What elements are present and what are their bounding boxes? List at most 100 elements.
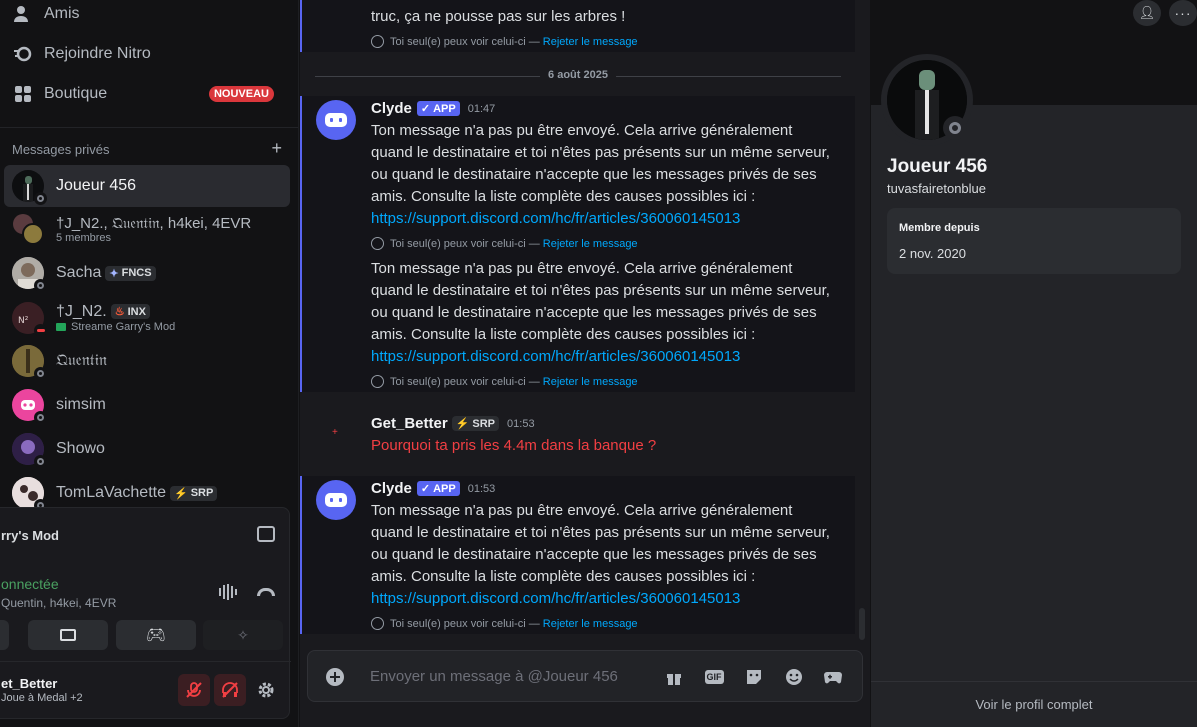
shop-icon	[12, 83, 34, 105]
nav-nitro[interactable]: Rejoindre Nitro	[12, 36, 290, 72]
message-author[interactable]: Clyde ✓ APP 01:53	[371, 480, 495, 497]
dismiss-link[interactable]: Rejeter le message	[543, 618, 638, 630]
mic-muted-icon	[186, 682, 202, 698]
clan-tag: ⚡ SRP	[170, 485, 218, 501]
voice-user-panel: rry's Mod onnectée Quentin, h4kei, 4EVR …	[0, 507, 291, 719]
dnd-status-icon	[34, 324, 47, 337]
dm-section-header: Messages privés +	[12, 139, 282, 157]
dm-activity: Streame Garry's Mod	[71, 321, 176, 333]
support-link[interactable]: https://support.discord.com/hc/fr/articl…	[371, 590, 740, 607]
diamond-icon: ✦	[109, 267, 119, 280]
scrollbar-thumb[interactable]	[859, 608, 865, 640]
ephemeral-note: Toi seul(e) peux voir celui-ci — Rejeter …	[371, 35, 638, 48]
bolt-icon: ⚡	[455, 418, 470, 430]
message-body: Ton message n'a pas pu être envoyé. Cela…	[371, 502, 830, 585]
gif-icon: GIF	[704, 670, 724, 684]
gif-button[interactable]: GIF	[703, 666, 725, 688]
bot-icon	[325, 493, 347, 507]
add-friend-icon: 👤︎	[1138, 5, 1156, 20]
emoji-icon	[786, 669, 802, 685]
check-icon: ✓	[420, 103, 431, 115]
mute-button[interactable]	[178, 674, 210, 706]
profile-username: tuvasfairetonblue	[887, 181, 987, 196]
friends-icon	[12, 3, 34, 25]
dismiss-link[interactable]: Rejeter le message	[543, 238, 638, 250]
add-friend-button[interactable]: 👤︎	[1133, 0, 1161, 26]
avatar: N²	[12, 302, 47, 337]
user-activity: Joue à Medal +2	[1, 692, 83, 704]
dm-members-count: 5 membres	[56, 231, 112, 244]
nav-friends[interactable]: Amis	[12, 0, 290, 32]
message-text: Ton message n'a pas pu être envoyé. Cela…	[371, 500, 831, 610]
camera-button[interactable]	[0, 620, 9, 650]
check-icon: ✓	[420, 483, 431, 495]
eye-icon	[371, 375, 384, 388]
divider	[0, 127, 298, 128]
ephemeral-label: Toi seul(e) peux voir celui-ci —	[390, 237, 540, 250]
ephemeral-label: Toi seul(e) peux voir celui-ci —	[390, 35, 540, 48]
add-attachment-button[interactable]	[324, 666, 346, 688]
deafen-button[interactable]	[214, 674, 246, 706]
member-since-card: Membre depuis 2 nov. 2020	[887, 208, 1181, 274]
dm-item-joueur-456[interactable]: Joueur 456	[4, 165, 290, 207]
settings-button[interactable]	[250, 674, 282, 706]
dm-item-jn2[interactable]: N² †J_N2. ♨ INX Streame Garry's Mod	[4, 297, 290, 339]
app-tag-label: APP	[433, 482, 456, 495]
message-group-clyde: Clyde ✓ APP 01:47 Ton message n'a pas pu êt…	[300, 96, 855, 392]
user-name[interactable]: et_Better	[1, 676, 57, 691]
date-divider: 6 août 2025	[315, 69, 841, 81]
ephemeral-note: Toi seul(e) peux voir celui-ci — Rejeter …	[371, 237, 638, 250]
author-name: Clyde	[371, 100, 412, 117]
dm-item-sacha[interactable]: Sacha ✦ FNCS	[4, 252, 290, 294]
author-name: Get_Better	[371, 415, 448, 432]
new-badge: NOUVEAU	[208, 86, 274, 102]
clan-tag-label: FNCS	[121, 267, 152, 279]
view-full-profile-label: Voir le profil complet	[975, 697, 1093, 712]
gift-button[interactable]	[663, 666, 685, 688]
group-avatar	[12, 213, 44, 245]
soundwave-icon[interactable]	[219, 584, 237, 600]
message-text: Pourquoi ta pris les 4.4m dans la banque…	[371, 437, 657, 454]
chat-area: truc, ça ne pousse pas sur les arbres ! …	[300, 0, 870, 727]
support-link[interactable]: https://support.discord.com/hc/fr/articl…	[371, 210, 740, 227]
message-body: Ton message n'a pas pu être envoyé. Cela…	[371, 260, 830, 343]
screen-share-icon[interactable]	[257, 526, 275, 542]
dm-item-quentin[interactable]: 𝔔𝔲𝔢𝔫𝔱𝔦𝔫	[4, 340, 290, 382]
offline-status-icon	[34, 279, 47, 292]
dm-name: simsim	[56, 396, 106, 413]
headset-muted-icon	[222, 682, 238, 698]
stream-icon	[56, 323, 66, 331]
dm-item-showo[interactable]: Showo	[4, 428, 290, 470]
clyde-avatar[interactable]	[316, 480, 356, 520]
message-input[interactable]	[370, 665, 630, 687]
message-text: truc, ça ne pousse pas sur les arbres !	[371, 8, 626, 25]
nav-shop[interactable]: Boutique NOUVEAU	[12, 76, 290, 112]
disconnect-icon[interactable]	[257, 588, 275, 596]
screen-share-button[interactable]	[28, 620, 108, 650]
eye-icon	[371, 617, 384, 630]
clan-tag-label: SRP	[190, 487, 214, 499]
dm-name: Showo	[56, 440, 105, 457]
dm-item-simsim[interactable]: simsim	[4, 384, 290, 426]
message-author[interactable]: Clyde ✓ APP 01:47	[371, 100, 495, 117]
dm-item-group[interactable]: †J_N2., 𝔔𝔲𝔢𝔫𝔱𝔦𝔫, h4kei, 4EVR 5 membres	[4, 208, 290, 250]
dm-sidebar: Amis Rejoindre Nitro Boutique NOUVEAU Me…	[0, 0, 299, 727]
ephemeral-label: Toi seul(e) peux voir celui-ci —	[390, 617, 540, 630]
message-author[interactable]: Get_Better ⚡ SRP 01:53	[371, 415, 535, 432]
soundboard-button[interactable]: ✧	[203, 620, 283, 650]
view-full-profile-button[interactable]: Voir le profil complet	[871, 681, 1197, 727]
plus-icon[interactable]: +	[271, 139, 282, 157]
emoji-button[interactable]	[783, 666, 805, 688]
app-tag: ✓ APP	[416, 481, 460, 496]
dismiss-link[interactable]: Rejeter le message	[543, 376, 638, 388]
support-link[interactable]: https://support.discord.com/hc/fr/articl…	[371, 348, 740, 365]
more-button[interactable]: ···	[1169, 0, 1197, 26]
clan-tag: ✦ FNCS	[105, 265, 156, 281]
activities-button[interactable]	[822, 666, 844, 688]
clyde-avatar[interactable]	[316, 100, 356, 140]
app-tag-label: APP	[433, 102, 456, 115]
activity-button[interactable]: 🎮︎	[116, 620, 196, 650]
sticker-button[interactable]	[743, 666, 765, 688]
dismiss-link[interactable]: Rejeter le message	[543, 36, 638, 48]
dm-name: Sacha	[56, 264, 102, 281]
